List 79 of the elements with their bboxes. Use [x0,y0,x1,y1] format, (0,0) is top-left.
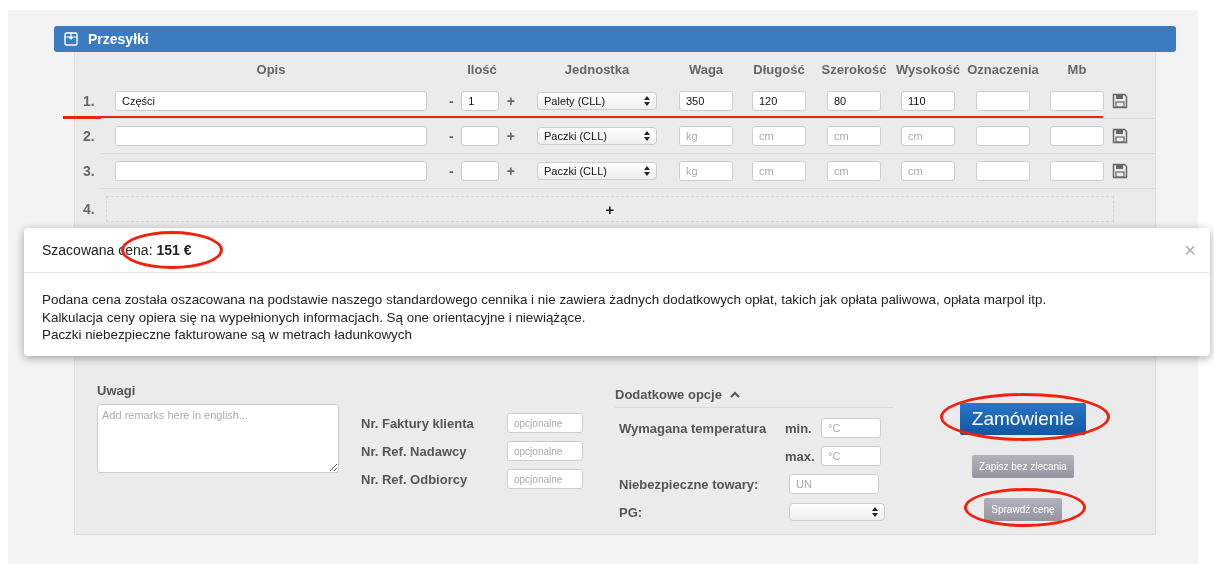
marking-field[interactable] [976,91,1030,111]
save-icon[interactable] [1112,93,1128,109]
remarks-label: Uwagi [97,383,137,398]
reference-field[interactable]: opcjonalne [507,413,583,433]
plus-button[interactable]: + [504,128,517,144]
width-field[interactable]: cm [827,126,881,146]
unit-select[interactable]: Paczki (CLL) [537,162,657,180]
panel-title: Przesyłki [88,31,149,47]
updown-arrows-icon [644,96,650,106]
reference-label: Nr. Faktury klienta [361,415,474,431]
row-number: 4. [83,201,95,217]
row-number: 3. [83,163,95,179]
weight-field[interactable]: 350 [679,91,733,111]
quantity-field[interactable] [461,126,500,146]
mb-field[interactable] [1050,91,1104,111]
dangerous-goods-label: Niebezpieczne towary: [619,476,760,492]
weight-field[interactable]: kg [679,126,733,146]
marking-field[interactable] [976,161,1030,181]
chevron-icon [729,390,740,399]
reference-label: Nr. Ref. Odbiorcy [361,471,468,487]
column-header: Mb [1067,61,1087,77]
column-header: Szerokość [821,61,887,77]
column-header: Wysokość [895,61,961,77]
column-header: Długość [753,61,805,77]
order-button[interactable]: Zamówienie [959,403,1087,435]
row-number: 2. [83,128,95,144]
box-icon [64,32,78,46]
max-label: max. [785,448,816,464]
updown-arrows-icon [644,131,650,141]
reference-label: Nr. Ref. Nadawcy [361,443,467,459]
length-field[interactable]: cm [752,126,806,146]
un-number-field[interactable]: UN [789,474,879,494]
column-header: Opis [256,61,286,77]
description-field[interactable] [115,126,427,146]
description-field[interactable]: Części [115,91,427,111]
weight-field[interactable]: kg [679,161,733,181]
height-field[interactable]: cm [901,126,955,146]
min-temperature-field[interactable]: °C [821,418,881,438]
height-field[interactable]: 110 [901,91,955,111]
description-field[interactable] [115,161,427,181]
max-temperature-field[interactable]: °C [821,446,881,466]
column-header: Waga [688,61,724,77]
unit-select[interactable]: Paczki (CLL) [537,127,657,145]
remarks-field[interactable]: Add remarks here in english... [97,404,339,473]
column-header: Jednostka [564,61,630,77]
save-icon[interactable] [1112,128,1128,144]
column-header: Oznaczenia [967,61,1039,77]
plus-button[interactable]: + [504,163,517,179]
min-label: min. [785,420,813,436]
options-toggle[interactable]: Dodatkowe opcje [615,383,893,408]
dialog-text: Paczki niebezpieczne fakturowane są w metrach ładunkowych [42,326,413,344]
minus-button[interactable]: - [447,163,456,179]
mb-field[interactable] [1050,161,1104,181]
minus-button[interactable]: - [447,93,456,109]
pg-label: PG: [619,504,644,520]
temperature-label: Wymagana temperatura [619,420,768,436]
marking-field[interactable] [976,126,1030,146]
add-row-button[interactable]: + [106,196,1114,222]
unit-select[interactable]: Palety (CLL) [537,92,657,110]
save-icon[interactable] [1112,163,1128,179]
minus-button[interactable]: - [447,128,456,144]
updown-arrows-icon [644,166,650,176]
quantity-field[interactable] [461,161,500,181]
height-field[interactable]: cm [901,161,955,181]
length-field[interactable]: 120 [752,91,806,111]
quantity-field[interactable]: 1 [461,91,500,111]
updown-arrows-icon [872,507,878,517]
length-field[interactable]: cm [752,161,806,181]
column-header: Ilość [467,61,497,77]
dialog-text: Podana cena została oszacowana na podstawie naszego standardowego cennika i nie zawiera żadnych dodatkowych opłat, takich jak opłata paliwowa, opłata marpol itp. [42,291,1048,309]
row-number: 1. [83,93,95,109]
dialog-text: Kalkulacja ceny opiera się na wypełnionych informacjach. Są one orientacyjne i niewiążące. [42,308,587,326]
plus-button[interactable]: + [504,93,517,109]
reference-field[interactable]: opcjonalne [507,469,583,489]
reference-field[interactable]: opcjonalne [507,441,583,461]
mb-field[interactable] [1050,126,1104,146]
width-field[interactable]: cm [827,161,881,181]
width-field[interactable]: 80 [827,91,881,111]
pg-select[interactable] [789,503,885,521]
